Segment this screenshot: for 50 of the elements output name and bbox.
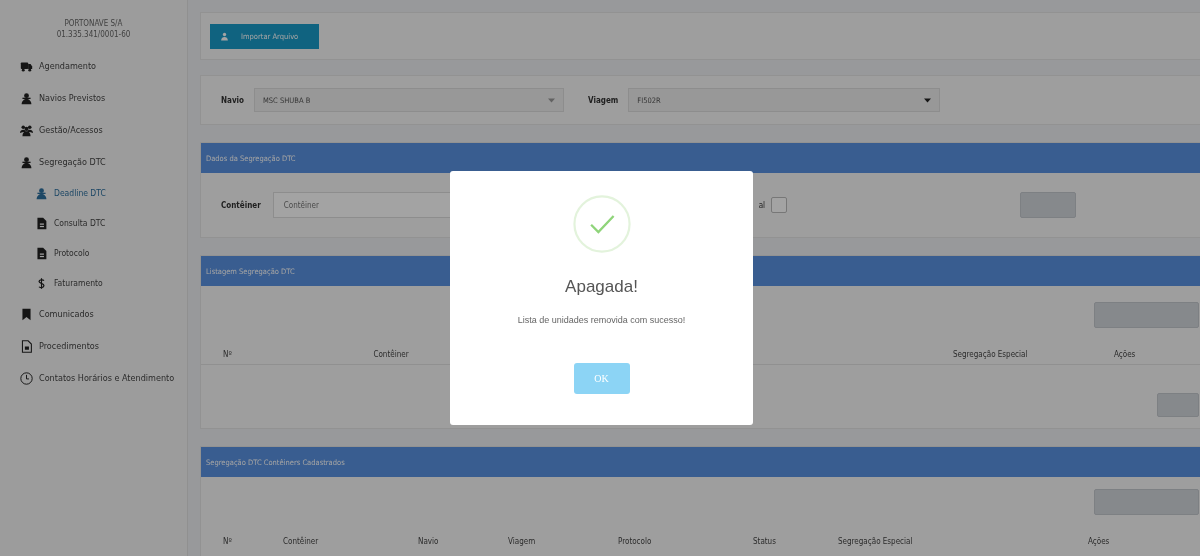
person-icon (35, 186, 48, 200)
caret-icon (548, 97, 555, 103)
column-header: Nº (223, 536, 233, 546)
menu-item[interactable]: Comunicados (0, 298, 187, 330)
column-header: Segregação Especial (838, 536, 914, 546)
column-header: Navio (418, 536, 440, 546)
menu-item[interactable]: Contatos Horários e Atendimento (0, 362, 187, 394)
dialog-message: Lista de unidades removida com sucesso! (517, 315, 686, 325)
bookmark-icon (20, 307, 33, 321)
dollar-icon (35, 276, 48, 290)
navio-label: Navio (221, 95, 244, 105)
menu-item[interactable]: Gestão/Acessos (0, 114, 187, 146)
column-header: Contêiner (283, 536, 320, 546)
submenu-item[interactable]: Deadline DTC (0, 178, 187, 208)
action-button[interactable] (1157, 393, 1199, 417)
company-info: 01.335.341/0001-60 (55, 29, 132, 40)
action-button[interactable] (1094, 302, 1199, 328)
column-header: Nº (223, 349, 233, 359)
column-header: Protocolo (618, 536, 653, 546)
menu-item[interactable]: Navios Previstos (0, 82, 187, 114)
container-label: Contêiner (221, 200, 261, 210)
column-header: Contêiner (372, 349, 410, 359)
file-icon (35, 246, 48, 260)
submenu-item[interactable]: Protocolo (0, 238, 187, 268)
column-header: Ações (1088, 536, 1111, 546)
caret-icon (924, 97, 932, 103)
menu-item[interactable]: Segregação DTC (0, 146, 187, 178)
clock-icon (20, 371, 33, 385)
checkbox-label: al (758, 200, 766, 210)
users-icon (20, 123, 33, 137)
submenu-item[interactable]: Faturamento (0, 268, 187, 298)
viagem-label: Viagem (588, 95, 619, 105)
company-info: PORTONAVE S/A (63, 18, 124, 29)
submenu-item[interactable]: Consulta DTC (0, 208, 187, 238)
menu-item[interactable]: Procedimentos (0, 330, 187, 362)
truck-icon (20, 59, 33, 73)
add-button[interactable] (1020, 192, 1077, 218)
checkmark-icon (572, 195, 631, 253)
action-button[interactable] (1094, 489, 1199, 515)
file-icon (35, 216, 48, 230)
column-header: Ações (1114, 349, 1137, 359)
person-icon (20, 91, 33, 105)
column-header: Status (753, 536, 777, 546)
column-header: Segregação Especial (952, 349, 1029, 359)
user-icon (220, 31, 229, 41)
document-icon (20, 339, 33, 353)
menu-item[interactable]: Agendamento (0, 50, 187, 82)
checkbox[interactable] (771, 197, 788, 213)
person-icon (20, 155, 33, 169)
column-header: Viagem (508, 536, 537, 546)
